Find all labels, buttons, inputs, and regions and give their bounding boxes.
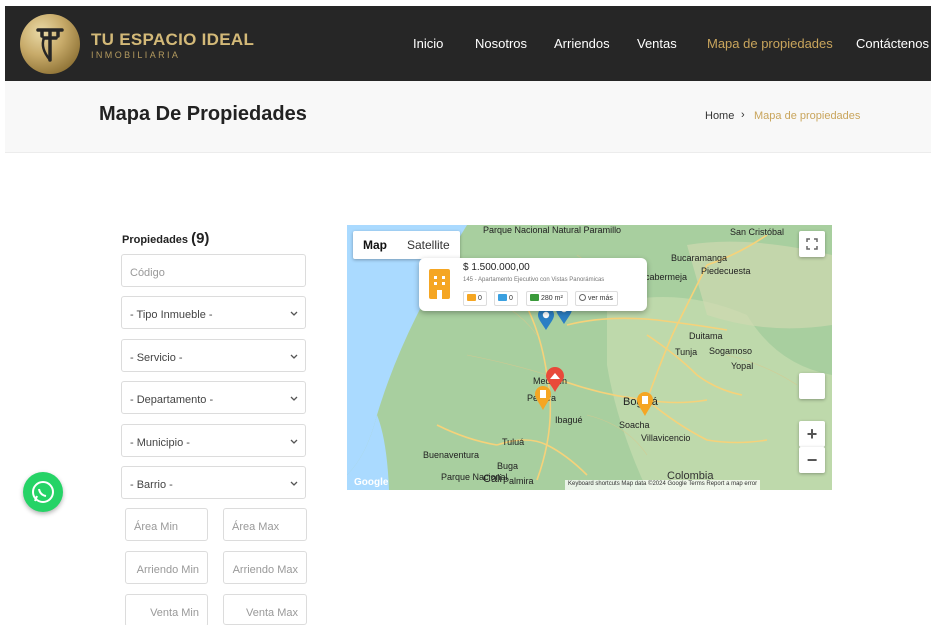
popup-description: 145 - Apartamento Ejecutivo con Vistas P…	[463, 277, 605, 283]
breadcrumb-home[interactable]: Home	[705, 110, 734, 122]
breadcrumb-current: Mapa de propiedades	[754, 110, 861, 122]
zoom-in-icon: +	[806, 424, 818, 444]
nav-arriendos[interactable]: Arriendos	[554, 36, 610, 51]
brand-subtitle: INMOBILIARIA	[91, 50, 181, 60]
fullscreen-button[interactable]	[799, 231, 825, 257]
map-label-soacha: Soacha	[619, 420, 650, 430]
barrio-select[interactable]: - Barrio -	[121, 466, 306, 499]
fullscreen-icon	[806, 238, 818, 250]
map-label-buenaventura: Buenaventura	[423, 450, 480, 460]
departamento-select[interactable]: - Departamento -	[121, 381, 306, 414]
nav-nosotros[interactable]: Nosotros	[475, 36, 527, 51]
map-pin-orange[interactable]	[636, 391, 654, 417]
zoom-in-button[interactable]: +	[799, 421, 825, 447]
map-label-paramillo: Parque Nacional Natural Paramillo	[483, 225, 622, 235]
map-label-sogamoso: Sogamoso	[709, 346, 753, 356]
view-more-label: ver más	[588, 295, 613, 302]
map-label-ibague: Ibagué	[555, 415, 583, 425]
nav-mapa-de-propiedades[interactable]: Mapa de propiedades	[707, 36, 833, 51]
building-icon	[429, 269, 450, 299]
servicio-value: - Servicio -	[130, 352, 183, 364]
properties-count: (9)	[191, 230, 210, 247]
tipo-inmueble-select[interactable]: - Tipo Inmueble -	[121, 296, 306, 329]
map-label-yopal: Yopal	[731, 361, 754, 371]
google-logo: Google	[354, 477, 389, 488]
breadcrumb-separator-icon: ›	[741, 109, 745, 121]
zoom-out-icon: −	[806, 450, 818, 470]
barrio-value: - Barrio -	[130, 479, 173, 491]
whatsapp-button[interactable]	[23, 472, 63, 512]
map-label-duitama: Duitama	[689, 331, 723, 341]
map-label-villavicencio: Villavicencio	[641, 433, 691, 443]
servicio-select[interactable]: - Servicio -	[121, 339, 306, 372]
codigo-placeholder: Código	[130, 267, 165, 279]
arriendo-max-placeholder: Arriendo Max	[232, 564, 298, 576]
nav-ventas[interactable]: Ventas	[637, 36, 677, 51]
venta-min-placeholder: Venta Min	[150, 607, 199, 619]
map-label-bucaramanga: Bucaramanga	[671, 253, 728, 263]
venta-max-input[interactable]: Venta Max	[223, 594, 307, 625]
map-pin-orange[interactable]	[534, 385, 552, 411]
area-value: 280 m²	[541, 295, 563, 302]
area-min-placeholder: Área Min	[134, 521, 179, 533]
map-label-san-cristobal: San Cristóbal	[730, 227, 785, 237]
chevron-down-icon	[290, 481, 298, 486]
arriendo-min-input[interactable]: Arriendo Min	[125, 551, 208, 584]
map-label-tunja: Tunja	[675, 347, 698, 357]
page-title: Mapa De Propiedades	[99, 103, 307, 125]
map-label-buga: Buga	[497, 461, 519, 471]
chevron-down-icon	[290, 311, 298, 316]
beds-value: 0	[478, 295, 482, 302]
venta-max-placeholder: Venta Max	[246, 607, 298, 619]
popup-view-more-button[interactable]: ver más	[575, 291, 618, 306]
map-type-control: Map Satellite	[353, 231, 460, 259]
zoom-out-button[interactable]: −	[799, 447, 825, 473]
popup-baths: 0	[494, 291, 518, 306]
area-max-input[interactable]: Área Max	[223, 508, 307, 541]
bath-icon	[498, 294, 507, 301]
map-label-barrancabermeja: cabermeja	[645, 272, 688, 282]
map-attribution[interactable]: Keyboard shortcuts Map data ©2024 Google…	[565, 480, 761, 490]
nav-contactenos[interactable]: Contáctenos	[856, 36, 929, 51]
popup-beds: 0	[463, 291, 487, 306]
municipio-value: - Municipio -	[130, 437, 190, 449]
area-min-input[interactable]: Área Min	[125, 508, 208, 541]
chevron-down-icon	[290, 396, 298, 401]
pegman-button[interactable]	[799, 373, 825, 399]
codigo-input[interactable]: Código	[121, 254, 306, 287]
page-title-bar: Mapa De Propiedades Home › Mapa de propi…	[5, 81, 931, 153]
brand-name: TU ESPACIO IDEAL	[91, 30, 255, 49]
arriendo-min-placeholder: Arriendo Min	[136, 564, 199, 576]
whatsapp-icon	[32, 481, 54, 503]
arriendo-max-input[interactable]: Arriendo Max	[223, 551, 307, 584]
ruler-icon	[530, 294, 539, 301]
properties-count-label: Propiedades (9)	[122, 230, 209, 247]
property-info-popup[interactable]: $ 1.500.000,00 145 - Apartamento Ejecuti…	[419, 258, 647, 311]
chevron-down-icon	[290, 439, 298, 444]
site-header: TU ESPACIO IDEAL INMOBILIARIA Inicio Nos…	[5, 6, 931, 81]
map-type-map-button[interactable]: Map	[353, 231, 397, 259]
map-label-tulua: Tuluá	[502, 437, 525, 447]
logo-mark-icon	[36, 28, 64, 62]
map-label-piedecuesta: Piedecuesta	[701, 266, 751, 276]
logo[interactable]	[20, 14, 80, 74]
map-label-parque-nacional-sur: Parque Nacional	[441, 472, 508, 482]
tipo-inmueble-value: - Tipo Inmueble -	[130, 309, 213, 321]
popup-area: 280 m²	[526, 291, 568, 306]
popup-price: $ 1.500.000,00	[463, 262, 530, 273]
nav-inicio[interactable]: Inicio	[413, 36, 443, 51]
map-type-satellite-button[interactable]: Satellite	[397, 231, 460, 259]
map-label-palmira: Palmira	[503, 476, 534, 486]
properties-label: Propiedades	[122, 234, 189, 246]
venta-min-input[interactable]: Venta Min	[125, 594, 208, 625]
chevron-down-icon	[290, 354, 298, 359]
municipio-select[interactable]: - Municipio -	[121, 424, 306, 457]
baths-value: 0	[509, 295, 513, 302]
bed-icon	[467, 294, 476, 301]
eye-icon	[579, 294, 586, 301]
departamento-value: - Departamento -	[130, 394, 214, 406]
area-max-placeholder: Área Max	[232, 521, 280, 533]
